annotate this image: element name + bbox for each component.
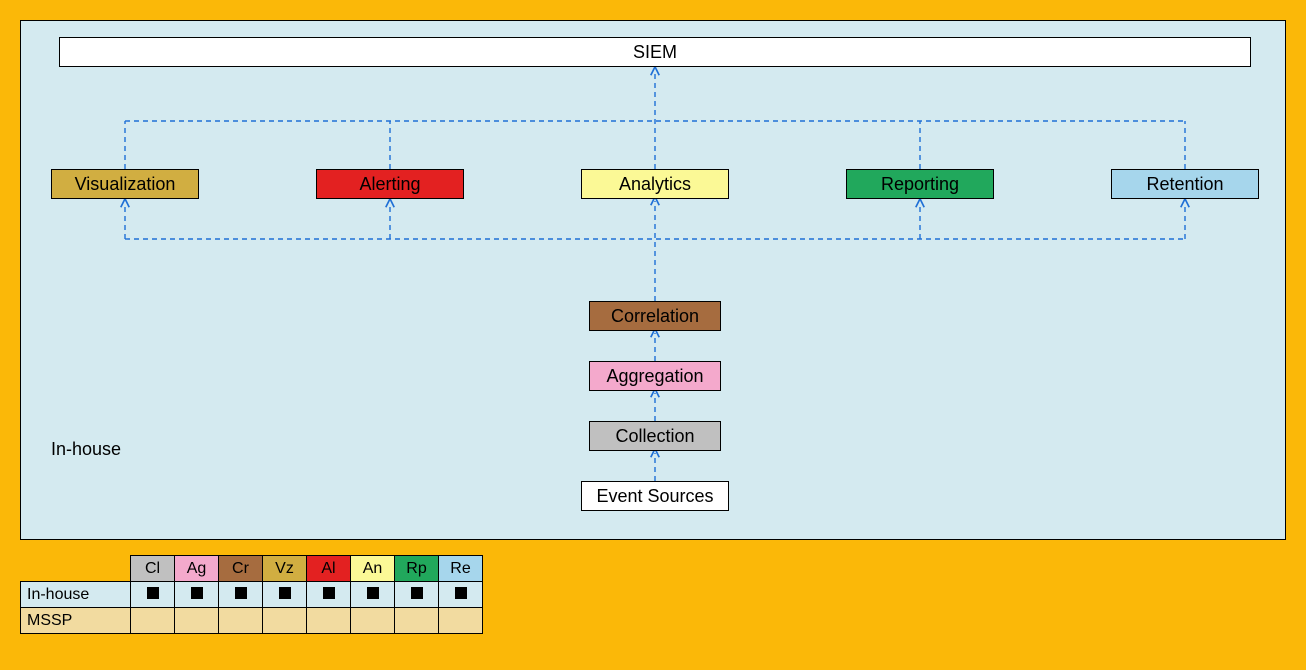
aggregation-box: Aggregation bbox=[589, 361, 721, 391]
connectors bbox=[21, 21, 1285, 539]
legend-cell bbox=[131, 608, 175, 634]
legend-hdr-re: Re bbox=[439, 556, 483, 582]
legend-cell bbox=[307, 582, 351, 608]
legend-cell bbox=[175, 582, 219, 608]
legend-cell bbox=[131, 582, 175, 608]
legend-cell bbox=[263, 608, 307, 634]
legend-hdr-an: An bbox=[351, 556, 395, 582]
event-sources-box: Event Sources bbox=[581, 481, 729, 511]
siem-box: SIEM bbox=[59, 37, 1251, 67]
legend-hdr-vz: Vz bbox=[263, 556, 307, 582]
legend-header-row: Cl Ag Cr Vz Al An Rp Re bbox=[21, 556, 483, 582]
correlation-box: Correlation bbox=[589, 301, 721, 331]
check-icon bbox=[367, 587, 379, 599]
alerting-box: Alerting bbox=[316, 169, 464, 199]
check-icon bbox=[147, 587, 159, 599]
legend-cell bbox=[351, 582, 395, 608]
legend-cell bbox=[219, 608, 263, 634]
diagram-panel: SIEM Visualization Alerting Analytics Re… bbox=[20, 20, 1286, 540]
legend-hdr-cr: Cr bbox=[219, 556, 263, 582]
legend-hdr-al: Al bbox=[307, 556, 351, 582]
legend-cell bbox=[395, 608, 439, 634]
analytics-box: Analytics bbox=[581, 169, 729, 199]
legend-cell bbox=[307, 608, 351, 634]
reporting-box: Reporting bbox=[846, 169, 994, 199]
retention-box: Retention bbox=[1111, 169, 1259, 199]
legend-cell bbox=[351, 608, 395, 634]
check-icon bbox=[191, 587, 203, 599]
legend-hdr-ag: Ag bbox=[175, 556, 219, 582]
legend-inhouse-row: In-house bbox=[21, 582, 483, 608]
visualization-box: Visualization bbox=[51, 169, 199, 199]
legend-cell bbox=[263, 582, 307, 608]
check-icon bbox=[455, 587, 467, 599]
collection-box: Collection bbox=[589, 421, 721, 451]
legend-mssp-row: MSSP bbox=[21, 608, 483, 634]
legend-cell bbox=[439, 608, 483, 634]
legend-cell bbox=[175, 608, 219, 634]
legend-cell bbox=[395, 582, 439, 608]
legend-rowlabel-inhouse: In-house bbox=[21, 582, 131, 608]
check-icon bbox=[279, 587, 291, 599]
check-icon bbox=[411, 587, 423, 599]
check-icon bbox=[323, 587, 335, 599]
legend-table: Cl Ag Cr Vz Al An Rp Re In-house MSSP bbox=[20, 555, 483, 634]
legend-cell bbox=[439, 582, 483, 608]
legend-hdr-rp: Rp bbox=[395, 556, 439, 582]
legend-rowlabel-mssp: MSSP bbox=[21, 608, 131, 634]
check-icon bbox=[235, 587, 247, 599]
panel-label: In-house bbox=[51, 439, 121, 460]
legend-cell bbox=[219, 582, 263, 608]
legend-hdr-cl: Cl bbox=[131, 556, 175, 582]
